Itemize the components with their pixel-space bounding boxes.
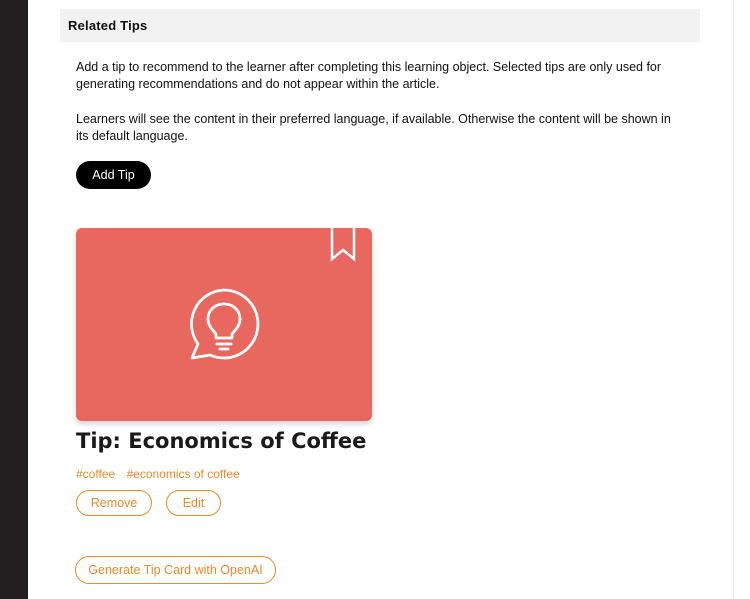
bookmark-icon[interactable] xyxy=(329,227,357,263)
remove-tip-button[interactable]: Remove xyxy=(76,490,152,516)
tip-tags: #coffee #economics of coffee xyxy=(76,467,248,481)
panel-title: Related Tips xyxy=(68,18,148,33)
add-tip-button[interactable]: Add Tip xyxy=(76,161,151,189)
generate-tip-card-button[interactable]: Generate Tip Card with OpenAI xyxy=(75,556,276,584)
related-tips-panel: Related Tips Add a tip to recommend to t… xyxy=(60,9,700,554)
right-scroll-edge xyxy=(733,0,750,599)
panel-header: Related Tips xyxy=(60,9,700,42)
description-text: Add a tip to recommend to the learner af… xyxy=(76,60,662,91)
tip-title: Tip: Economics of Coffee xyxy=(76,429,367,453)
tip-card-thumbnail[interactable] xyxy=(76,227,372,421)
tag-coffee[interactable]: #coffee xyxy=(76,467,115,481)
lightbulb-chat-icon xyxy=(190,288,260,360)
language-note-text: Learners will see the content in their p… xyxy=(76,112,671,143)
edit-tip-button[interactable]: Edit xyxy=(166,490,221,516)
left-sidebar-edge xyxy=(0,0,28,599)
tag-economics-of-coffee[interactable]: #economics of coffee xyxy=(127,467,240,481)
